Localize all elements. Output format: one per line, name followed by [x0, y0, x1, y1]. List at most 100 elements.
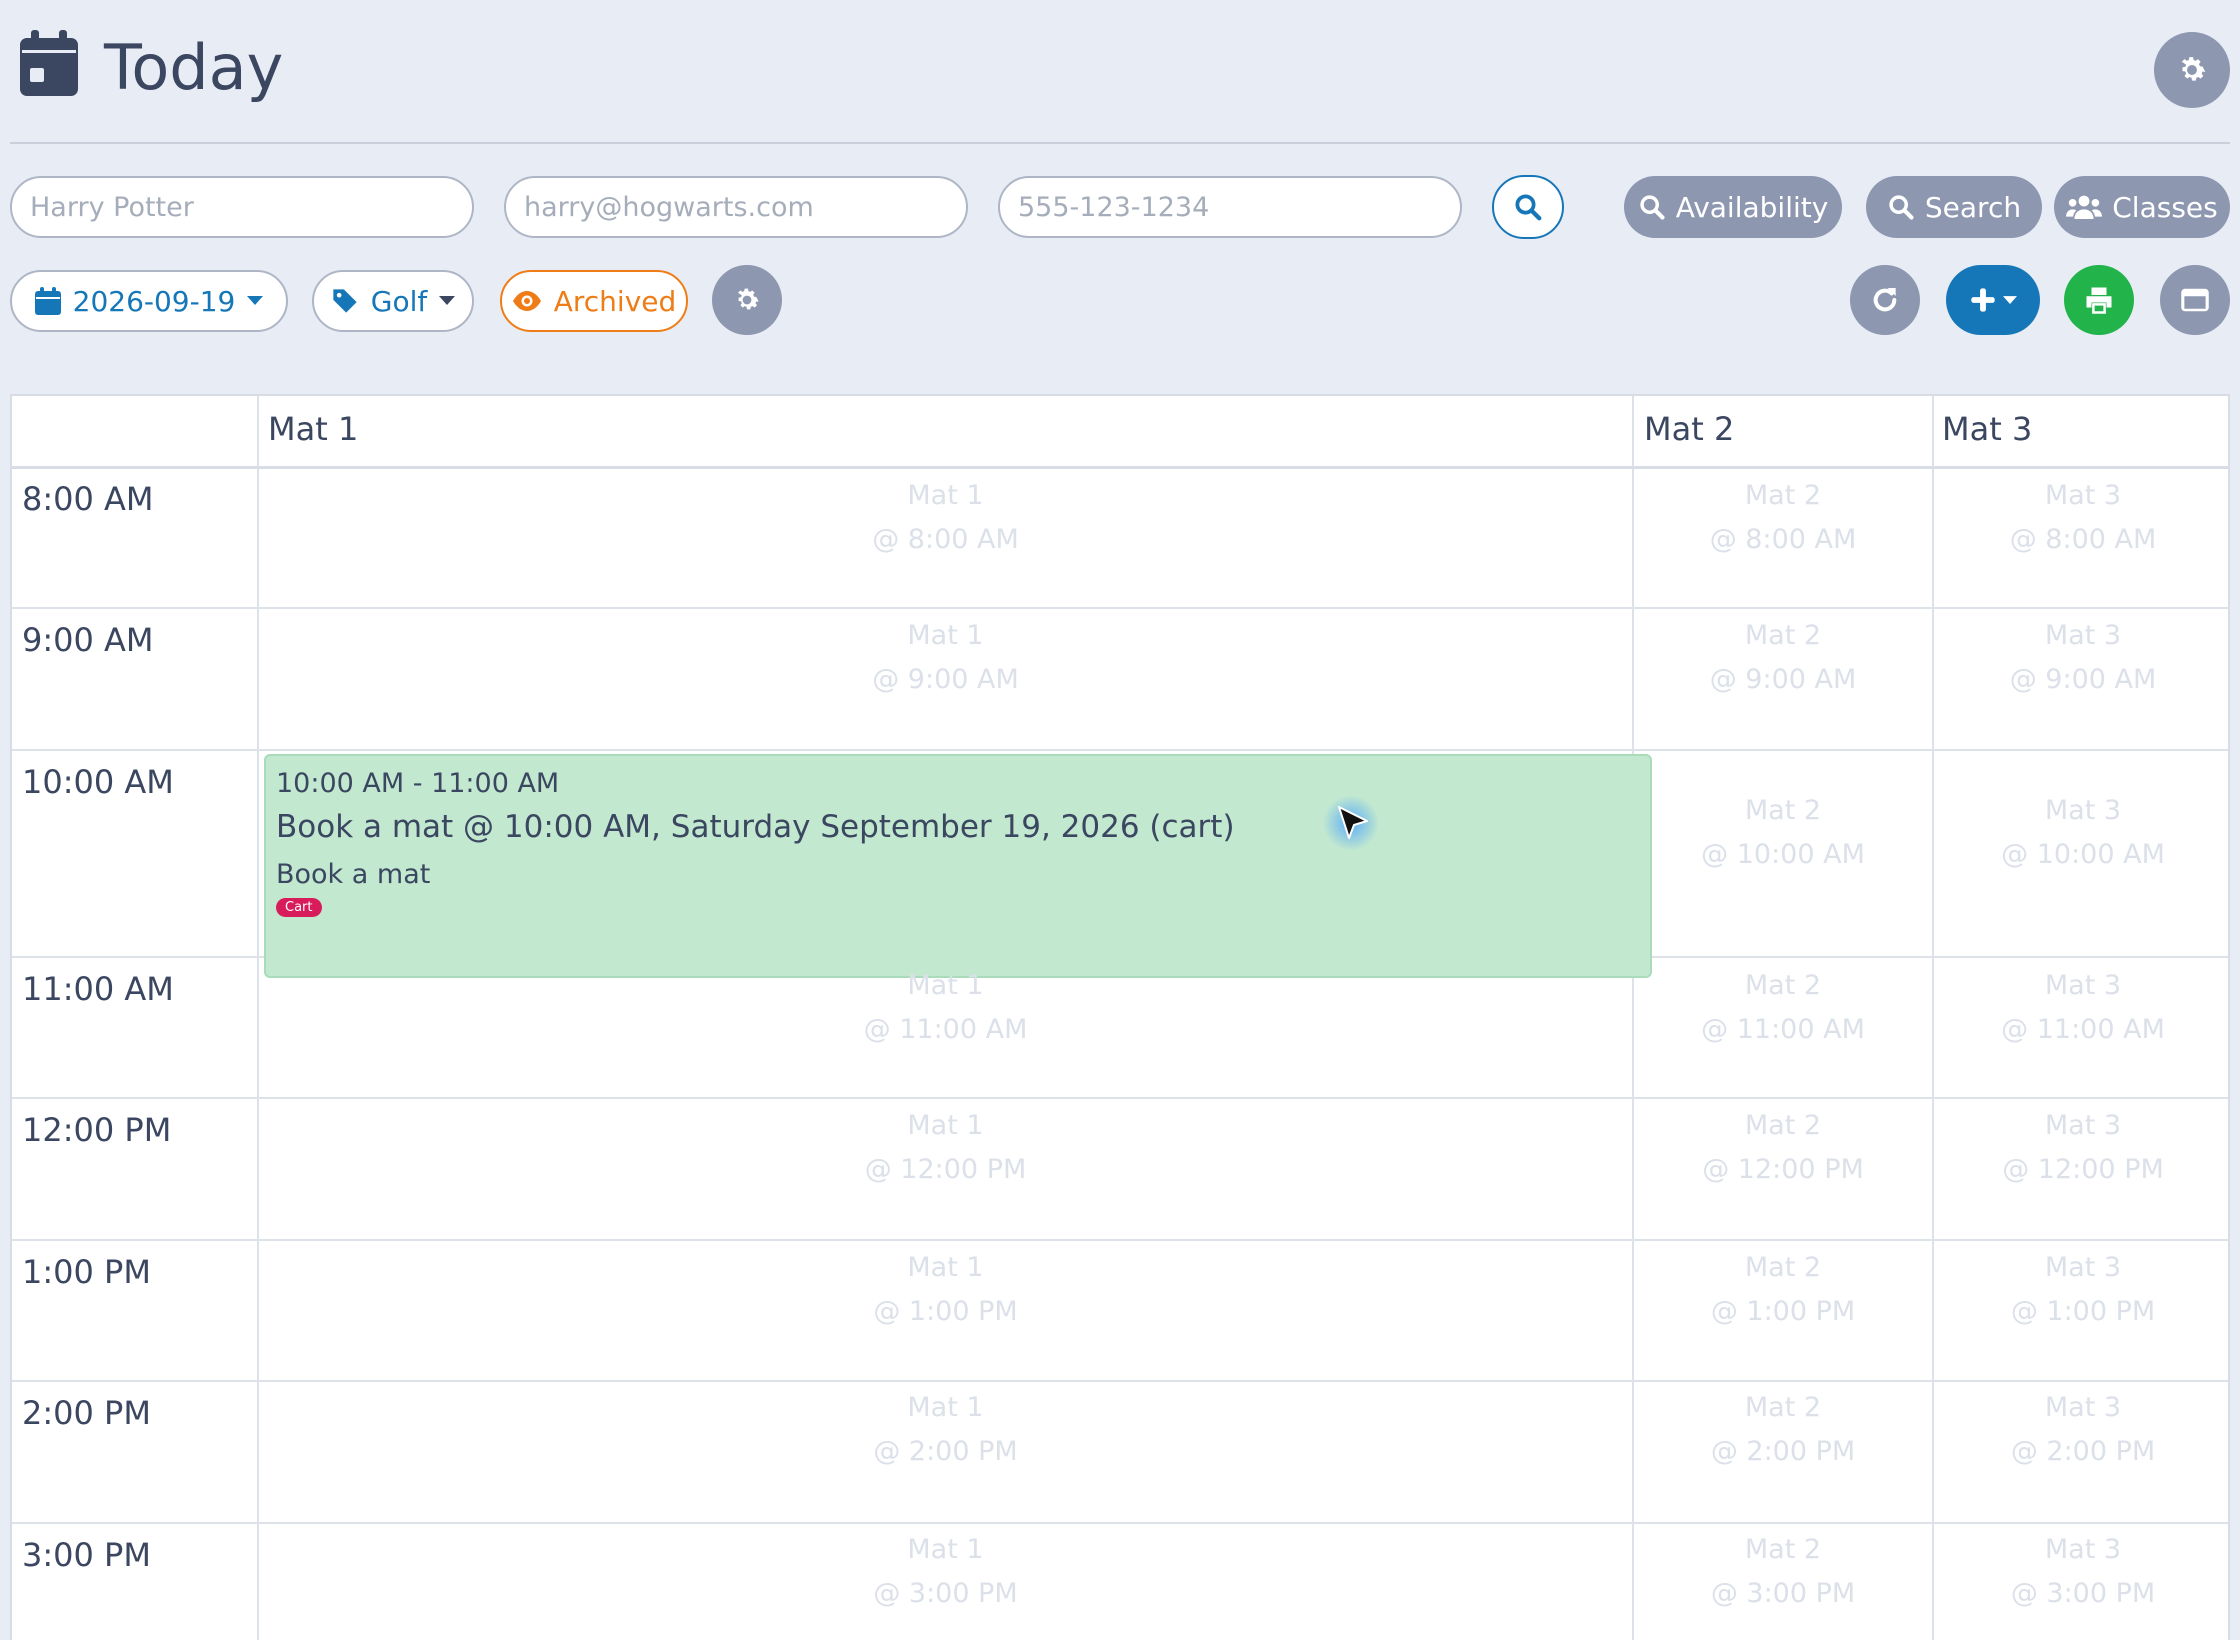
grid-divider — [12, 1380, 2228, 1382]
slot-resource: Mat 1 — [907, 620, 984, 651]
calendar-slot[interactable]: Mat 1 @ 9:00 AM — [259, 614, 1632, 702]
gear-icon — [2181, 57, 2206, 81]
calendar-slot[interactable]: Mat 2 @ 11:00 AM — [1634, 964, 1932, 1052]
calendar-slot[interactable]: Mat 2 @ 3:00 PM — [1634, 1528, 1932, 1616]
calendar-slot[interactable]: Mat 3 @ 9:00 AM — [1934, 614, 2228, 702]
add-dropdown-button[interactable] — [1946, 265, 2040, 335]
availability-button[interactable]: Availability — [1624, 176, 1842, 238]
time-label: 12:00 PM — [22, 1111, 172, 1149]
email-input[interactable] — [504, 176, 968, 238]
print-button[interactable] — [2064, 265, 2134, 335]
calendar-slot[interactable]: Mat 2 @ 10:00 AM — [1634, 789, 1932, 877]
grid-divider — [12, 466, 2228, 469]
slot-time: @ 9:00 AM — [872, 664, 1019, 695]
calendar-slot[interactable]: Mat 3 @ 8:00 AM — [1934, 474, 2228, 562]
slot-resource: Mat 1 — [907, 1110, 984, 1141]
search-icon — [1640, 195, 1665, 220]
calendar-slot[interactable]: Mat 2 @ 2:00 PM — [1634, 1386, 1932, 1474]
calendar-slot[interactable]: Mat 2 @ 8:00 AM — [1634, 474, 1932, 562]
date-value: 2026-09-19 — [72, 284, 236, 318]
phone-input[interactable] — [998, 176, 1462, 238]
slot-time: @ 9:00 AM — [1709, 664, 1857, 695]
time-label: 9:00 AM — [22, 621, 154, 659]
tag-dropdown[interactable]: Golf — [312, 270, 474, 332]
slot-time: @ 9:00 AM — [2009, 664, 2157, 695]
calendar-slot[interactable]: Mat 3 @ 1:00 PM — [1934, 1246, 2228, 1334]
slot-time: @ 10:00 AM — [2001, 839, 2165, 870]
archived-toggle[interactable]: Archived — [500, 270, 688, 332]
slot-resource: Mat 3 — [2044, 1110, 2122, 1141]
slot-time: @ 12:00 PM — [864, 1154, 1027, 1185]
refresh-button[interactable] — [1850, 265, 1920, 335]
slot-time: @ 1:00 PM — [873, 1296, 1018, 1327]
time-label: 3:00 PM — [22, 1536, 151, 1574]
header-divider — [10, 142, 2230, 144]
search-icon — [1889, 195, 1914, 220]
caret-down-icon — [247, 296, 264, 305]
slot-time: @ 3:00 PM — [2010, 1578, 2156, 1609]
slot-resource: Mat 1 — [907, 970, 984, 1001]
calendar-slot[interactable]: Mat 1 @ 8:00 AM — [259, 474, 1632, 562]
classes-button[interactable]: Classes — [2054, 176, 2230, 238]
time-label: 8:00 AM — [22, 480, 154, 518]
column-header-mat-2: Mat 2 — [1644, 410, 1735, 448]
view-settings-button[interactable] — [712, 265, 782, 335]
panel-toggle-button[interactable] — [2160, 265, 2230, 335]
slot-resource: Mat 2 — [1744, 1110, 1822, 1141]
time-label: 2:00 PM — [22, 1394, 151, 1432]
availability-label: Availability — [1675, 190, 1829, 224]
slot-resource: Mat 3 — [2044, 795, 2122, 826]
slot-time: @ 11:00 AM — [2001, 1014, 2165, 1045]
date-dropdown[interactable]: 2026-09-19 — [10, 270, 288, 332]
users-icon — [2066, 195, 2103, 219]
tag-icon — [333, 289, 357, 313]
slot-resource: Mat 1 — [907, 480, 984, 511]
caret-down-icon — [439, 296, 456, 305]
calendar-slot[interactable]: Mat 2 @ 12:00 PM — [1634, 1104, 1932, 1192]
slot-resource: Mat 2 — [1744, 480, 1822, 511]
calendar-slot[interactable]: Mat 2 @ 1:00 PM — [1634, 1246, 1932, 1334]
classes-label: Classes — [2112, 190, 2218, 224]
mouse-cursor-icon — [1323, 795, 1379, 851]
grid-divider — [12, 1097, 2228, 1099]
slot-resource: Mat 2 — [1744, 1252, 1822, 1283]
slot-resource: Mat 1 — [907, 1252, 984, 1283]
slot-resource: Mat 3 — [2044, 970, 2122, 1001]
search-button[interactable]: Search — [1866, 176, 2042, 238]
page-title: Today — [104, 31, 284, 104]
calendar-slot[interactable]: Mat 1 @ 1:00 PM — [259, 1246, 1632, 1334]
calendar-slot[interactable]: Mat 1 @ 2:00 PM — [259, 1386, 1632, 1474]
slot-resource: Mat 2 — [1744, 1392, 1822, 1423]
calendar-slot[interactable]: Mat 1 @ 12:00 PM — [259, 1104, 1632, 1192]
column-header-mat-3: Mat 3 — [1942, 410, 2033, 448]
slot-resource: Mat 3 — [2044, 1392, 2122, 1423]
name-input[interactable] — [10, 176, 474, 238]
refresh-icon — [1873, 288, 1897, 312]
calendar-slot[interactable]: Mat 3 @ 2:00 PM — [1934, 1386, 2228, 1474]
calendar-grid: Mat 1 Mat 2 Mat 3 8:00 AM 9:00 AM 10:00 … — [10, 394, 2230, 1640]
calendar-slot[interactable]: Mat 1 @ 3:00 PM — [259, 1528, 1632, 1616]
slot-time: @ 1:00 PM — [1710, 1296, 1856, 1327]
calendar-slot[interactable]: Mat 3 @ 3:00 PM — [1934, 1528, 2228, 1616]
slot-time: @ 2:00 PM — [2010, 1436, 2156, 1467]
slot-resource: Mat 3 — [2044, 1534, 2122, 1565]
calendar-slot[interactable]: Mat 3 @ 11:00 AM — [1934, 964, 2228, 1052]
settings-button[interactable] — [2154, 32, 2230, 108]
calendar-slot[interactable]: Mat 2 @ 9:00 AM — [1634, 614, 1932, 702]
gear-icon — [738, 288, 759, 310]
caret-down-icon — [2003, 295, 2017, 304]
print-icon — [2086, 287, 2112, 314]
slot-time: @ 8:00 AM — [1709, 524, 1857, 555]
window-icon — [2181, 288, 2209, 312]
slot-time: @ 3:00 PM — [1710, 1578, 1856, 1609]
plus-icon — [1971, 288, 1995, 312]
slot-resource: Mat 2 — [1744, 970, 1822, 1001]
slot-time: @ 1:00 PM — [2010, 1296, 2156, 1327]
calendar-icon — [20, 30, 78, 96]
calendar-slot[interactable]: Mat 1 @ 11:00 AM — [259, 964, 1632, 1052]
slot-time: @ 11:00 AM — [863, 1014, 1028, 1045]
calendar-slot[interactable]: Mat 3 @ 12:00 PM — [1934, 1104, 2228, 1192]
booking-event[interactable]: 10:00 AM - 11:00 AM Book a mat @ 10:00 A… — [264, 754, 1652, 978]
calendar-slot[interactable]: Mat 3 @ 10:00 AM — [1934, 789, 2228, 877]
search-customer-button[interactable] — [1492, 175, 1564, 239]
